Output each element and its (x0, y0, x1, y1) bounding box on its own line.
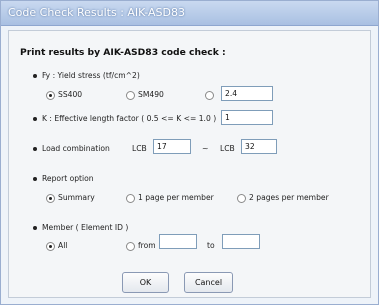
cancel-button[interactable]: Cancel (184, 272, 233, 293)
fy-bullet-icon (33, 74, 37, 78)
member-option-from-label: from (138, 241, 156, 250)
code-check-dialog: Code Check Results : AIK-ASD83 Print res… (0, 0, 379, 305)
fy-radio-sm490[interactable] (126, 91, 135, 100)
report-radio-one-page[interactable] (126, 194, 135, 203)
ok-button[interactable]: OK (122, 272, 169, 293)
dialog-title: Code Check Results : AIK-ASD83 (8, 6, 185, 19)
fy-label: Fy : Yield stress (tf/cm^2) (42, 71, 140, 80)
panel-heading: Print results by AIK-ASD83 code check : (20, 47, 226, 58)
report-option-two-pages-label: 2 pages per member (249, 193, 329, 202)
member-from-input[interactable] (159, 234, 197, 249)
member-to-label: to (207, 241, 215, 250)
member-option-all-label: All (58, 241, 68, 250)
load-from-lcb-label: LCB (132, 144, 147, 153)
member-radio-from[interactable] (126, 242, 135, 251)
report-bullet-icon (33, 177, 37, 181)
report-radio-summary[interactable] (46, 194, 55, 203)
report-label: Report option (42, 174, 94, 183)
title-bar[interactable]: Code Check Results : AIK-ASD83 (1, 1, 378, 26)
k-bullet-icon (33, 117, 37, 121)
report-option-summary-label: Summary (58, 193, 95, 202)
member-radio-all[interactable] (46, 242, 55, 251)
fy-option-sm490-label: SM490 (138, 90, 164, 99)
k-label: K : Effective length factor ( 0.5 <= K <… (42, 114, 217, 123)
load-from-input[interactable]: 17 (153, 139, 191, 154)
report-radio-two-pages[interactable] (237, 194, 246, 203)
k-input[interactable]: 1 (221, 110, 273, 125)
load-to-input[interactable]: 32 (241, 139, 277, 154)
report-option-one-page-label: 1 page per member (138, 193, 214, 202)
member-bullet-icon (33, 226, 37, 230)
load-range-separator: ~ (202, 144, 209, 153)
member-label: Member ( Element ID ) (42, 223, 129, 232)
fy-custom-input[interactable]: 2.4 (221, 86, 273, 101)
fy-option-ss400-label: SS400 (58, 90, 83, 99)
load-label: Load combination (42, 144, 110, 153)
load-bullet-icon (33, 147, 37, 151)
fy-radio-ss400[interactable] (46, 91, 55, 100)
load-to-lcb-label: LCB (220, 144, 235, 153)
options-panel: Print results by AIK-ASD83 code check : … (8, 30, 371, 298)
fy-radio-custom[interactable] (205, 91, 214, 100)
member-to-input[interactable] (222, 234, 260, 249)
